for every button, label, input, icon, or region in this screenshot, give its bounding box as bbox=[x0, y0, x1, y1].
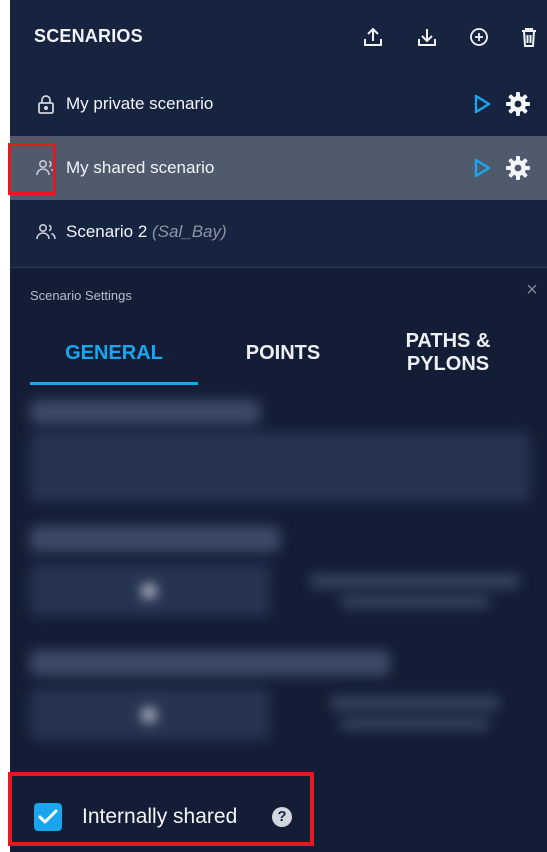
panel-title: SCENARIOS bbox=[34, 26, 143, 46]
blurred-settings-content bbox=[10, 388, 547, 768]
highlight-box-shared-icon bbox=[8, 143, 56, 195]
trash-icon[interactable] bbox=[516, 24, 542, 50]
scenario-name: Scenario 2 (Sal_Bay) bbox=[66, 222, 227, 242]
scenario-row-private[interactable]: My private scenario bbox=[10, 72, 547, 136]
scenario-name: My shared scenario bbox=[66, 158, 215, 177]
gear-icon[interactable] bbox=[504, 154, 532, 182]
scenario-owner: (Sal_Bay) bbox=[152, 222, 227, 241]
lock-icon bbox=[34, 92, 58, 116]
scenario-name-text: Scenario 2 bbox=[66, 222, 148, 241]
scenarios-header: SCENARIOS bbox=[10, 0, 547, 72]
scenario-name: My private scenario bbox=[66, 94, 214, 113]
scenarios-panel: SCENARIOS My private scenario My shared … bbox=[10, 0, 547, 852]
scenario-row-shared[interactable]: My shared scenario bbox=[10, 136, 547, 200]
highlight-box-internally-shared bbox=[8, 772, 314, 846]
close-icon[interactable]: × bbox=[522, 280, 542, 300]
users-icon bbox=[34, 220, 58, 244]
tab-general[interactable]: GENERAL bbox=[30, 320, 198, 386]
settings-title: Scenario Settings bbox=[30, 288, 132, 303]
active-tab-indicator bbox=[30, 382, 198, 385]
play-icon[interactable] bbox=[470, 156, 494, 180]
tab-paths-pylons[interactable]: PATHS & PYLONS bbox=[382, 320, 514, 386]
scenario-settings-panel: Scenario Settings × GENERAL POINTS PATHS… bbox=[10, 268, 547, 852]
gear-icon[interactable] bbox=[504, 90, 532, 118]
upload-icon[interactable] bbox=[360, 24, 386, 50]
play-icon[interactable] bbox=[470, 92, 494, 116]
download-icon[interactable] bbox=[414, 24, 440, 50]
tab-points[interactable]: POINTS bbox=[210, 320, 356, 386]
add-circle-icon[interactable] bbox=[466, 24, 492, 50]
scenario-row-scenario-2[interactable]: Scenario 2 (Sal_Bay) bbox=[10, 200, 547, 264]
